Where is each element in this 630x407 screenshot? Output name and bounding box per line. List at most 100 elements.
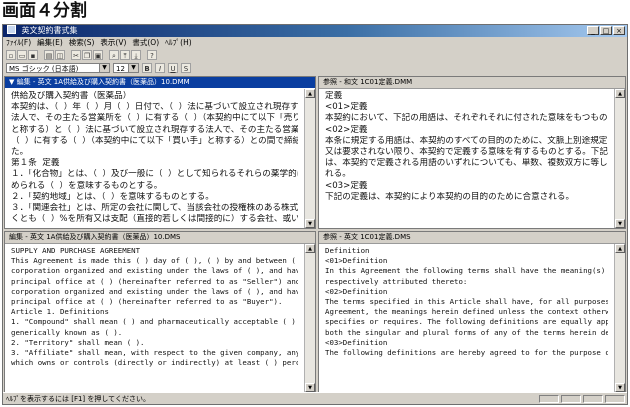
text-line: specifies or requires. The following def… <box>325 317 608 327</box>
scroll-up-icon[interactable]: ▲ <box>615 244 625 253</box>
close-button[interactable]: × <box>613 26 625 35</box>
text-line: ２．「契約地域」とは、（ ）を意味するものとする。 <box>11 191 214 202</box>
preview-icon[interactable]: ◫ <box>55 49 65 60</box>
text-line: た。 <box>11 147 29 158</box>
menu-view[interactable]: 表示(V) <box>100 37 126 48</box>
text-line: <03>定義 <box>325 180 368 191</box>
text-line: principal office at ( ) (hereinafter ref… <box>11 297 283 307</box>
menu-file[interactable]: ﾌｧｲﾙ(F) <box>6 37 31 48</box>
strike-button[interactable]: S <box>181 62 191 73</box>
vertical-scrollbar[interactable]: ▲ ▼ <box>304 244 315 392</box>
text-line: 本契約は、（ ）年（ ）月（ ）日付で、（ ）法に基づいて設立され現存する <box>11 102 298 113</box>
status-text: ﾍﾙﾌﾟを表示するには [F1] を押してください。 <box>6 395 150 403</box>
size-select-value: 12 <box>116 64 125 73</box>
text-line: The following definitions are hereby agr… <box>325 348 608 358</box>
font-select[interactable]: MS ゴシック (日本語) ▼ <box>6 62 110 73</box>
title-bar: 英文契約書式集 _ □ × <box>3 25 627 37</box>
pane-text[interactable]: 定義 <01>定義 本契約において、下記の用語は、それぞれそれに付された意味をも… <box>319 89 614 228</box>
menu-edit[interactable]: 編集(E) <box>37 37 63 48</box>
pane-bottom-left[interactable]: 編集 - 英文 1A供給及び購入契約書（医薬品）10.DMS SUPPLY AN… <box>4 231 316 393</box>
top-icon[interactable]: ⤒ <box>120 49 130 60</box>
text-line: 2. "Territory" shall mean ( ). <box>11 337 145 347</box>
text-line: 下記の定義は、本契約により本契約の目的のために合意される。 <box>325 191 575 202</box>
scroll-up-icon[interactable]: ▲ <box>615 89 625 98</box>
pane-top-left[interactable]: ▼ 編集 - 英文 1A供給及び購入契約書（医薬品）10.DMM 供給及び購入契… <box>4 76 316 229</box>
text-line: <02>Definition <box>325 286 388 296</box>
toolbar: ▫ ▭ ▪ ▤ ◫ ✂ ❐ ▣ ⌕ ⤒ ⤓ ? <box>3 48 627 61</box>
text-line: められる（ ）を意味するものとする。 <box>11 180 163 191</box>
text-line: 1. "Compound" shall mean ( ) and pharmac… <box>11 317 296 327</box>
text-line: SUPPLY AND PURCHASE AGREEMENT <box>11 246 141 255</box>
text-line: と称する）と（ ）法に基づいて設立され現存する法人で、その主たる営業所を <box>11 124 298 135</box>
text-line: ３．「関連会社」とは、所定の会社に関して、当該会社の授権株のある株式の少な <box>11 203 298 214</box>
new-icon[interactable]: ▫ <box>6 49 16 60</box>
text-line: Definition <box>325 246 370 255</box>
text-line: 第１条 定義 <box>11 158 60 169</box>
pane-header: 参照 - 和文 1C01定義.DMM <box>319 77 625 89</box>
bold-button[interactable]: B <box>142 62 152 73</box>
text-line: Agreement, the meanings herein defined u… <box>325 307 608 317</box>
scroll-up-icon[interactable]: ▲ <box>305 89 315 98</box>
status-panel <box>605 395 625 403</box>
menu-bar: ﾌｧｲﾙ(F) 編集(E) 検索(S) 表示(V) 書式(O) ﾍﾙﾌﾟ(H) <box>3 37 627 48</box>
text-line: principal office at ( ) (hereinafter ref… <box>11 276 298 286</box>
status-panel <box>561 395 581 403</box>
text-line: generically known as ( ). <box>11 327 123 337</box>
text-line: corporation organized and existing under… <box>11 286 298 296</box>
text-line: The terms specified in this Article shal… <box>325 297 608 307</box>
menu-search[interactable]: 検索(S) <box>69 37 95 48</box>
pane-text[interactable]: 供給及び購入契約書（医薬品） 本契約は、（ ）年（ ）月（ ）日付で、（ ）法に… <box>5 89 304 228</box>
scroll-down-icon[interactable]: ▼ <box>615 219 625 228</box>
pane-top-right[interactable]: 参照 - 和文 1C01定義.DMM 定義 <01>定義 本契約において、下記の… <box>318 76 626 229</box>
text-line: 本契約において、下記の用語は、それぞれそれに付された意味をもつものとする。 <box>325 113 608 124</box>
text-line: which owns or controls (directly or indi… <box>11 358 298 368</box>
open-icon[interactable]: ▭ <box>17 49 27 60</box>
minimize-button[interactable]: _ <box>587 26 599 35</box>
text-line: respectively attributed thereto: <box>325 276 468 286</box>
underline-button[interactable]: U <box>168 62 178 73</box>
copy-icon[interactable]: ❐ <box>82 49 92 60</box>
format-bar: MS ゴシック (日本語) ▼ 12 ▼ B I U S <box>3 61 627 74</box>
pane-bottom-right[interactable]: 参照 - 英文 1C01定義.DMS Definition <01>Defini… <box>318 231 626 393</box>
app-icon <box>7 25 16 34</box>
text-line: １．「化合物」とは、（ ）及び一般に（ ）として知られるそれらの薬学的に認 <box>11 169 298 180</box>
italic-button[interactable]: I <box>155 62 165 73</box>
app-window: 英文契約書式集 _ □ × ﾌｧｲﾙ(F) 編集(E) 検索(S) 表示(V) … <box>2 24 628 405</box>
text-line: 供給及び購入契約書（医薬品） <box>11 91 132 101</box>
pane-text[interactable]: Definition <01>Definition In this Agreem… <box>319 244 614 392</box>
text-line: （ ）に有する（ ）（本契約中にて以下「買い手」と称する）との間で締結され <box>11 135 298 146</box>
text-line: 又は要求されない限り、本契約で定義する意味を有するものとする。下記の定義 <box>325 147 608 158</box>
menu-help[interactable]: ﾍﾙﾌﾟ(H) <box>165 37 192 48</box>
text-line: In this Agreement the following terms sh… <box>325 266 606 276</box>
pane-header: 参照 - 英文 1C01定義.DMS <box>319 232 625 244</box>
find-icon[interactable]: ⌕ <box>109 49 119 60</box>
paste-icon[interactable]: ▣ <box>93 49 103 60</box>
page-heading: 画面４分割 <box>2 1 87 21</box>
text-line: <02>定義 <box>325 124 368 135</box>
chevron-down-icon: ▼ <box>128 63 138 72</box>
pane-header: ▼ 編集 - 英文 1A供給及び購入契約書（医薬品）10.DMM <box>5 77 315 88</box>
print-icon[interactable]: ▤ <box>44 49 54 60</box>
text-line: 本条に規定する用語は、本契約のすべての目的のために、文脈上別途規定されるか <box>325 135 608 146</box>
maximize-button[interactable]: □ <box>600 26 612 35</box>
bottom-icon[interactable]: ⤓ <box>131 49 141 60</box>
chevron-down-icon: ▼ <box>99 63 109 72</box>
scroll-down-icon[interactable]: ▼ <box>615 383 625 392</box>
text-line: <01>定義 <box>325 102 368 113</box>
save-icon[interactable]: ▪ <box>28 49 38 60</box>
vertical-scrollbar[interactable]: ▲ ▼ <box>614 244 625 392</box>
text-line: corporation organized and existing under… <box>11 266 298 276</box>
cut-icon[interactable]: ✂ <box>71 49 81 60</box>
vertical-scrollbar[interactable]: ▲ ▼ <box>614 89 625 228</box>
vertical-scrollbar[interactable]: ▲ ▼ <box>304 89 315 228</box>
help-icon[interactable]: ? <box>147 49 157 60</box>
pane-text[interactable]: SUPPLY AND PURCHASE AGREEMENT This Agree… <box>5 244 304 392</box>
scroll-up-icon[interactable]: ▲ <box>305 244 315 253</box>
menu-format[interactable]: 書式(O) <box>132 37 159 48</box>
text-line: 法人で、その主たる営業所を（ ）に有する（ ）（本契約中にて以下「売り手」 <box>11 113 298 124</box>
size-select[interactable]: 12 ▼ <box>113 62 139 73</box>
text-line: 3. "Affiliate" shall mean, with respect … <box>11 348 298 358</box>
scroll-down-icon[interactable]: ▼ <box>305 219 315 228</box>
window-title: 英文契約書式集 <box>21 26 78 35</box>
scroll-down-icon[interactable]: ▼ <box>305 383 315 392</box>
